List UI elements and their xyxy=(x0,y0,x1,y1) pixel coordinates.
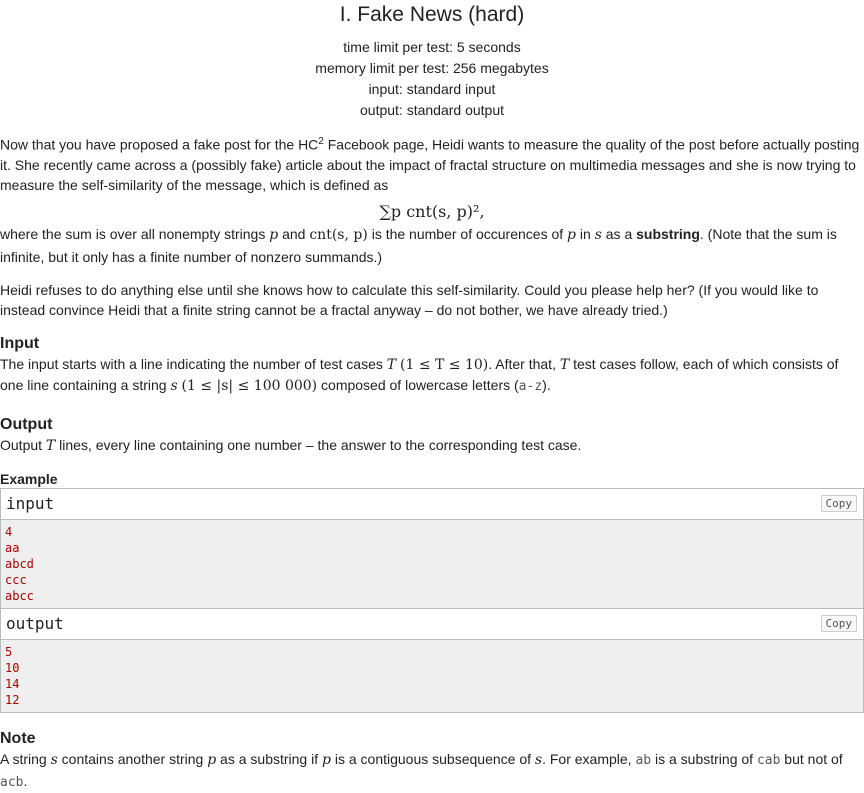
copy-input-button[interactable]: Copy xyxy=(820,495,857,513)
input-section: Input The input starts with a line indic… xyxy=(0,334,864,397)
note-text: A string s contains another string p as … xyxy=(0,750,843,790)
input-spec: input: standard input xyxy=(368,81,496,97)
statement-paragraph-2: where the sum is over all nonempty strin… xyxy=(0,225,837,265)
sample-input-header: input Copy xyxy=(1,489,863,520)
note-section: Note A string s contains another string … xyxy=(0,729,864,793)
example-section: Example input Copy 4 aa abcd ccc abcc ou… xyxy=(0,470,864,713)
sample-input-content[interactable]: 4 aa abcd ccc abcc xyxy=(1,519,863,608)
sample-input-box: input Copy 4 aa abcd ccc abcc xyxy=(0,487,864,609)
problem-header: I. Fake News (hard) time limit per test:… xyxy=(0,0,864,121)
sample-output-content[interactable]: 5 10 14 12 xyxy=(1,639,863,712)
sample-input-line: ccc xyxy=(5,572,27,587)
output-section-title: Output xyxy=(0,415,53,433)
sample-input-line: 4 xyxy=(5,524,13,539)
sample-input-line: aa xyxy=(5,540,20,555)
sample-output-label: output xyxy=(6,614,64,634)
sample-output-header: output Copy xyxy=(1,609,863,640)
sample-output-line: 10 xyxy=(5,660,20,675)
statement-paragraph-1: Now that you have proposed a fake post f… xyxy=(0,136,860,193)
sample-output-line: 5 xyxy=(5,644,13,659)
example-title: Example xyxy=(0,470,58,487)
output-spec: output: standard output xyxy=(360,102,504,118)
statement-paragraph-3: Heidi refuses to do anything else until … xyxy=(0,281,819,318)
sample-input-line: abcd xyxy=(5,556,34,571)
problem-title: I. Fake News (hard) xyxy=(339,3,525,26)
sample-output-box: output Copy 5 10 14 12 xyxy=(0,608,864,713)
output-section: Output Output T lines, every line contai… xyxy=(0,415,864,456)
sample-output-line: 14 xyxy=(5,676,20,691)
input-section-text: The input starts with a line indicating … xyxy=(0,355,839,394)
sample-input-line: abcc xyxy=(5,588,34,603)
sample-input-label: input xyxy=(6,494,55,514)
memory-limit: memory limit per test: 256 megabytes xyxy=(315,60,549,76)
input-section-title: Input xyxy=(0,334,40,352)
sample-output-line: 12 xyxy=(5,692,20,707)
copy-output-button[interactable]: Copy xyxy=(820,615,857,633)
time-limit: time limit per test: 5 seconds xyxy=(343,39,521,55)
output-section-text: Output T lines, every line containing on… xyxy=(0,436,582,454)
self-similarity-formula: ∑p cnt(s, p)², xyxy=(379,201,485,221)
note-title: Note xyxy=(0,729,36,747)
problem-statement: Now that you have proposed a fake post f… xyxy=(0,132,864,320)
